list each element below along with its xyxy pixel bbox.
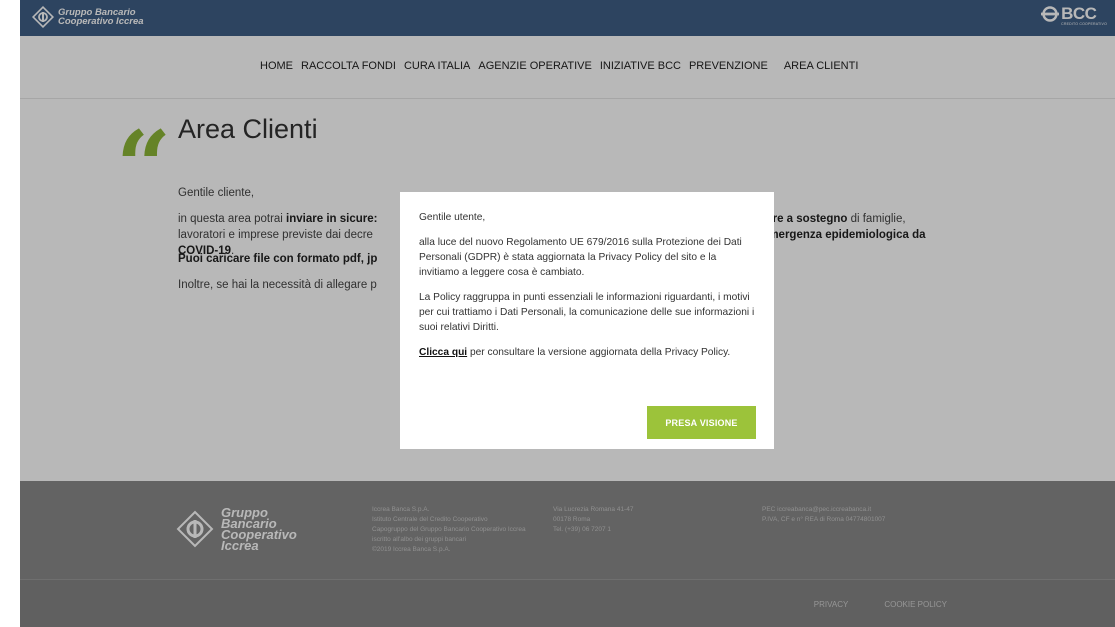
modal-paragraph-2: La Policy raggruppa in punti essenziali … [419, 292, 755, 333]
browser-viewport: Gruppo Bancario Cooperativo Iccrea BCC C… [20, 0, 1115, 627]
presa-visione-button[interactable]: PRESA VISIONE [647, 406, 756, 439]
modal-paragraph-1: alla luce del nuovo Regolamento UE 679/2… [419, 237, 742, 278]
privacy-policy-link[interactable]: Clicca qui [419, 347, 467, 358]
modal-greeting: Gentile utente, [419, 212, 486, 223]
privacy-modal: Gentile utente, alla luce del nuovo Rego… [400, 192, 774, 449]
modal-paragraph-3: Clicca qui per consultare la versione ag… [419, 347, 731, 358]
